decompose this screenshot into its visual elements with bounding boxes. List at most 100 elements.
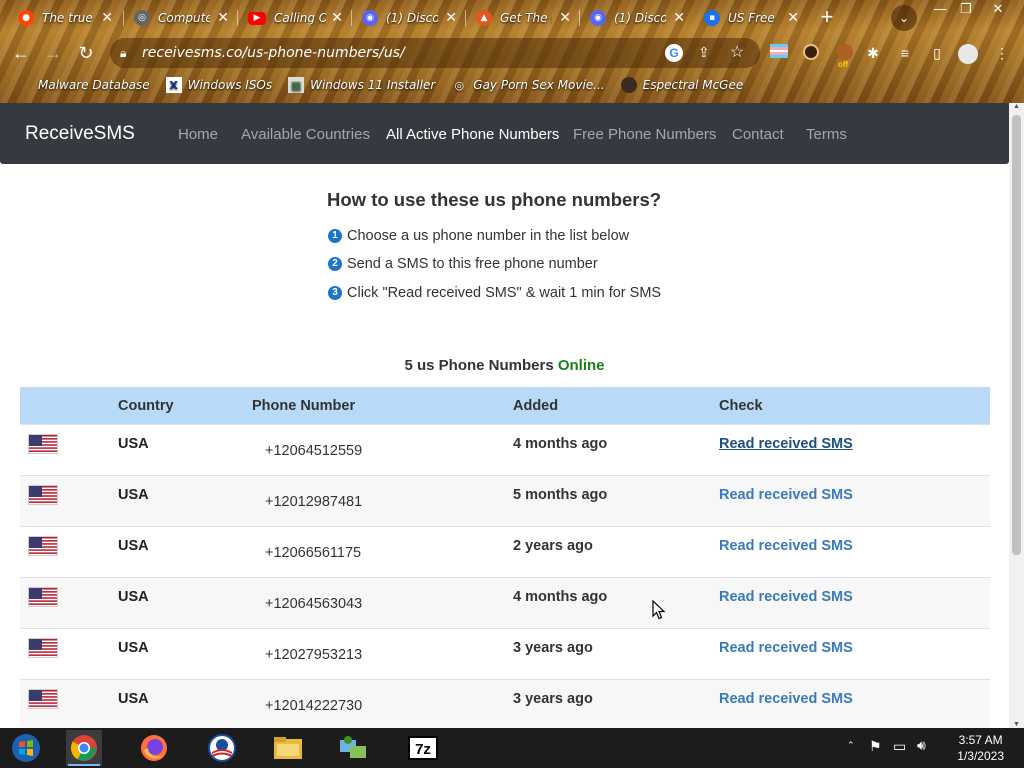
- row-phone-number: +12014222730: [265, 698, 363, 714]
- url-text[interactable]: receivesms.co/us-phone-numbers/us/: [142, 45, 405, 61]
- nav-terms[interactable]: Terms: [806, 126, 847, 143]
- image-icon: ▦: [288, 77, 305, 93]
- close-icon[interactable]: ✕: [787, 10, 799, 26]
- network-tray-icon[interactable]: ▭: [893, 738, 906, 755]
- chrome-icon[interactable]: [66, 730, 102, 766]
- howto-title: How to use these us phone numbers?: [327, 189, 662, 210]
- nav-home[interactable]: Home: [178, 126, 218, 143]
- tray-expand-icon[interactable]: ⌃: [847, 740, 855, 751]
- new-tab-button[interactable]: +: [815, 6, 839, 30]
- read-received-sms-link[interactable]: Read received SMS: [719, 640, 853, 656]
- bookmark-label: Malware Database: [38, 78, 150, 92]
- close-icon[interactable]: ✕: [559, 10, 571, 26]
- read-received-sms-link[interactable]: Read received SMS: [719, 436, 853, 452]
- bookmark-windows-isos[interactable]: X Windows ISOs: [165, 77, 273, 93]
- back-icon[interactable]: ←: [10, 42, 32, 64]
- step-text: Send a SMS to this free phone number: [347, 256, 598, 272]
- row-phone-number: +12027953213: [265, 647, 363, 663]
- address-bar[interactable]: 🔒︎ receivesms.co/us-phone-numbers/us/ G …: [110, 38, 760, 68]
- puzzle-icon[interactable]: ✱: [864, 44, 882, 62]
- number-3-icon: 3: [328, 286, 342, 300]
- tab-reddit[interactable]: ● The true ✕: [8, 4, 123, 32]
- browser-chrome: ● The true ✕ ◎ Computer ✕ ▶ Calling O ✕ …: [0, 0, 1024, 103]
- minimize-icon[interactable]: —: [927, 0, 953, 18]
- row-country: USA: [118, 436, 149, 452]
- step-text: Click "Read received SMS" & wait 1 min f…: [347, 285, 662, 301]
- file-explorer-icon[interactable]: [270, 730, 306, 766]
- system-clock[interactable]: 3:57 AM 1/3/2023: [957, 732, 1004, 764]
- ad-extension-icon[interactable]: off: [836, 44, 854, 69]
- close-icon[interactable]: ✕: [673, 10, 685, 26]
- read-received-sms-link[interactable]: Read received SMS: [719, 691, 853, 707]
- bookmark-espectral-mcgee[interactable]: Espectral McGee: [620, 77, 743, 93]
- avatar-extension-icon[interactable]: [802, 44, 820, 62]
- phone-numbers-table: Country Phone Number Added Check USA +120…: [20, 387, 990, 728]
- tab-label: (1) Disco: [614, 11, 666, 25]
- tab-get-the[interactable]: ▲ Get The M ✕: [466, 4, 581, 32]
- tab-computer[interactable]: ◎ Computer ✕: [124, 4, 239, 32]
- bookmark-gay-porn[interactable]: ◎ Gay Porn Sex Movie...: [451, 77, 604, 93]
- media-icon[interactable]: ≡: [896, 44, 914, 62]
- read-received-sms-link[interactable]: Read received SMS: [719, 538, 853, 554]
- tab-discord-2[interactable]: ◉ (1) Disco ✕: [580, 4, 695, 32]
- nav-all-active-phone-numbers[interactable]: All Active Phone Numbers: [386, 126, 559, 143]
- close-icon[interactable]: ✕: [101, 10, 113, 26]
- flag-extension-icon[interactable]: [770, 44, 788, 62]
- close-icon[interactable]: ✕: [445, 10, 457, 26]
- start-icon[interactable]: [8, 730, 44, 766]
- youtube-icon: ▶: [248, 11, 266, 25]
- close-window-icon[interactable]: ✕: [985, 0, 1011, 18]
- volume-icon[interactable]: 🔊︎: [917, 737, 926, 754]
- tab-youtube[interactable]: ▶ Calling O ✕: [238, 4, 353, 32]
- row-phone-number: +12064512559: [265, 443, 363, 459]
- row-country: USA: [118, 487, 149, 503]
- close-icon[interactable]: ✕: [331, 10, 343, 26]
- nav-available-countries[interactable]: Available Countries: [241, 126, 370, 143]
- nav-contact[interactable]: Contact: [732, 126, 784, 143]
- header-country: Country: [118, 398, 174, 414]
- bookmark-label: Windows 11 Installer: [310, 78, 436, 92]
- table-row: USA +12064563043 4 months ago Read received…: [20, 577, 990, 628]
- restore-icon[interactable]: ❐: [953, 0, 979, 18]
- number-1-icon: 1: [328, 229, 342, 243]
- reload-icon[interactable]: ↻: [75, 42, 97, 64]
- bookmark-label: Windows ISOs: [187, 78, 273, 92]
- globe-icon: ◎: [134, 10, 150, 26]
- close-icon[interactable]: ✕: [217, 10, 229, 26]
- read-received-sms-link[interactable]: Read received SMS: [719, 589, 853, 605]
- bookmark-malware-database[interactable]: Malware Database: [16, 77, 150, 93]
- flame-icon: ▲: [476, 10, 492, 26]
- 7zip-icon[interactable]: 7z: [405, 730, 441, 766]
- share-icon[interactable]: ⇪: [698, 44, 710, 61]
- us-flag-icon: [28, 689, 58, 709]
- scroll-down-icon[interactable]: ▼: [1012, 721, 1021, 728]
- row-added: 2 years ago: [513, 538, 593, 554]
- menu-kebab-icon[interactable]: ⋮: [993, 44, 1011, 62]
- google-icon[interactable]: G: [665, 44, 683, 62]
- read-received-sms-link[interactable]: Read received SMS: [719, 487, 853, 503]
- bookmark-windows-11-installer[interactable]: ▦ Windows 11 Installer: [288, 77, 435, 93]
- page-scrollbar[interactable]: ▲ ▼: [1009, 103, 1024, 728]
- tab-us-free[interactable]: ▪ US Free ✕: [694, 4, 809, 32]
- sidepanel-icon[interactable]: ▯: [928, 44, 946, 62]
- row-country: USA: [118, 640, 149, 656]
- profile-icon[interactable]: [958, 44, 978, 64]
- globe-icon: ◎: [454, 78, 465, 92]
- scroll-up-icon[interactable]: ▲: [1012, 103, 1021, 110]
- network-app-icon[interactable]: [335, 730, 371, 766]
- nav-free-phone-numbers[interactable]: Free Phone Numbers: [573, 126, 716, 143]
- number-2-icon: 2: [328, 257, 342, 271]
- tab-label: Computer: [158, 11, 210, 25]
- flag-tray-icon[interactable]: ⚑: [869, 738, 882, 755]
- howto-step-3: 3 Click "Read received SMS" & wait 1 min…: [328, 285, 661, 301]
- tab-discord-1[interactable]: ◉ (1) Disco ✕: [352, 4, 467, 32]
- site-brand[interactable]: ReceiveSMS: [25, 123, 135, 145]
- obama-icon[interactable]: [204, 730, 240, 766]
- row-country: USA: [118, 538, 149, 554]
- scrollbar-thumb[interactable]: [1012, 115, 1021, 555]
- firefox-icon[interactable]: [136, 730, 172, 766]
- bookmark-star-icon[interactable]: ☆: [730, 42, 744, 62]
- us-flag-icon: [28, 485, 58, 505]
- tab-search-button[interactable]: ⌄: [891, 5, 917, 31]
- forward-icon[interactable]: →: [42, 42, 64, 64]
